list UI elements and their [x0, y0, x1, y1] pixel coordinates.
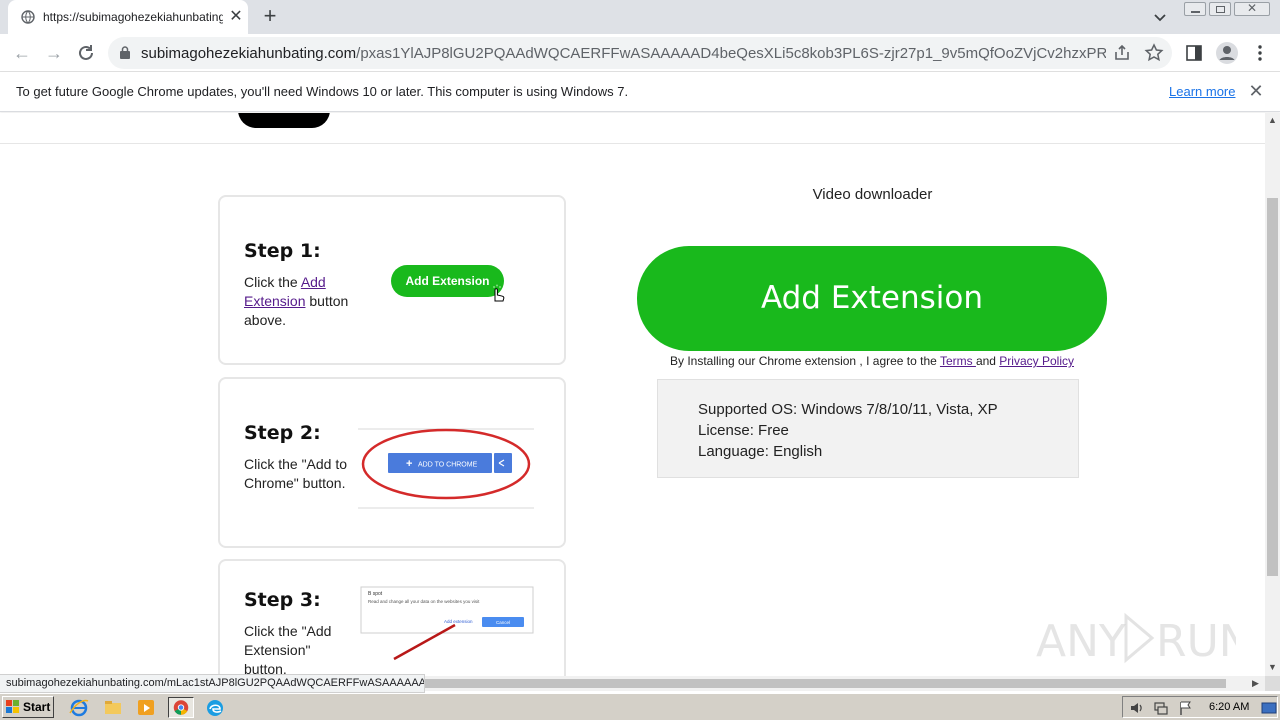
- lock-icon[interactable]: [120, 46, 130, 59]
- add-extension-button[interactable]: Add Extension: [637, 246, 1107, 351]
- step-1-text: Click the Add Extension button above.: [244, 274, 349, 328]
- dialog-title: B spot: [368, 591, 383, 597]
- windows-taskbar: Start 6:20 AM: [0, 693, 1280, 720]
- start-button[interactable]: Start: [2, 696, 54, 718]
- forward-arrow-icon[interactable]: →: [42, 41, 66, 65]
- step-2-card: Step 2: Click the "Add to Chrome" button…: [218, 377, 566, 548]
- minimize-window-icon[interactable]: [1184, 2, 1206, 16]
- action-center-flag-icon[interactable]: [1178, 700, 1194, 716]
- svg-text:+: +: [406, 458, 412, 470]
- url-text[interactable]: subimagohezekiahunbating.com/pxas1YlAJP8…: [141, 45, 1106, 62]
- share-icon[interactable]: [1112, 43, 1132, 63]
- site-logo[interactable]: [238, 113, 330, 128]
- bookmark-star-icon[interactable]: [1144, 43, 1164, 63]
- show-desktop-icon[interactable]: [1261, 700, 1277, 716]
- tab-strip: https://subimagohezekiahunbating.c ✕ + ✕: [0, 0, 1280, 34]
- learn-more-link[interactable]: Learn more: [1169, 84, 1235, 99]
- step-3-card: Step 3: Click the "Add Extension" button…: [218, 559, 566, 676]
- anyrun-watermark: ANY RUN: [1036, 612, 1236, 667]
- infobar-close-icon[interactable]: ✕: [1246, 81, 1266, 101]
- scroll-corner: [1265, 676, 1280, 691]
- chrome-taskbar-icon[interactable]: [168, 697, 194, 718]
- volume-icon[interactable]: [1129, 700, 1145, 716]
- restore-window-icon[interactable]: [1209, 2, 1231, 16]
- page-content: Step 1: Click the Add Extension button a…: [0, 113, 1265, 676]
- terms-link[interactable]: Terms: [940, 354, 976, 368]
- privacy-policy-link[interactable]: Privacy Policy: [999, 354, 1074, 368]
- step-2-title: Step 2:: [244, 422, 321, 444]
- step-1-card: Step 1: Click the Add Extension button a…: [218, 195, 566, 365]
- svg-text:ANY: ANY: [1036, 616, 1126, 667]
- reload-icon[interactable]: [74, 41, 98, 65]
- windows-logo-icon: [6, 700, 19, 713]
- svg-text:RUN: RUN: [1156, 616, 1236, 667]
- scroll-right-arrow-icon[interactable]: ▶: [1252, 678, 1259, 689]
- tab-search-chevron-icon[interactable]: [1150, 8, 1170, 28]
- supported-os: Supported OS: Windows 7/8/10/11, Vista, …: [698, 401, 998, 418]
- step-3-screenshot: B spot Read and change all your data on …: [360, 586, 534, 661]
- vertical-scroll-thumb[interactable]: [1267, 198, 1278, 576]
- link-status-bubble: subimagohezekiahunbating.com/mLac1stAJP8…: [0, 674, 425, 693]
- scroll-up-arrow-icon[interactable]: ▲: [1268, 115, 1277, 125]
- hand-cursor-icon: [493, 284, 505, 302]
- new-tab-icon[interactable]: +: [258, 5, 282, 29]
- license: License: Free: [698, 422, 789, 439]
- dialog-cancel-label: Cancel: [496, 620, 510, 625]
- system-tray: 6:20 AM: [1122, 696, 1278, 718]
- step-3-title: Step 3:: [244, 589, 321, 611]
- taskbar-clock[interactable]: 6:20 AM: [1209, 701, 1249, 713]
- media-player-icon[interactable]: [135, 697, 157, 718]
- update-infobar: To get future Google Chrome updates, you…: [0, 72, 1280, 112]
- browser-tab[interactable]: https://subimagohezekiahunbating.c ✕: [8, 0, 248, 34]
- dialog-body: Read and change all your data on the web…: [368, 599, 480, 604]
- browser-toolbar: ← → subimagohezekiahunbating.com/pxas1Yl…: [0, 34, 1280, 72]
- start-label: Start: [23, 700, 51, 714]
- tab-title: https://subimagohezekiahunbating.c: [43, 10, 223, 24]
- internet-explorer-icon[interactable]: [68, 697, 90, 718]
- infobar-message: To get future Google Chrome updates, you…: [16, 84, 629, 99]
- back-arrow-icon[interactable]: ←: [10, 41, 34, 65]
- product-info-box: Supported OS: Windows 7/8/10/11, Vista, …: [657, 379, 1079, 478]
- step-2-text: Click the "Add to Chrome" button.: [244, 456, 348, 491]
- close-window-icon[interactable]: ✕: [1234, 1, 1270, 16]
- language: Language: English: [698, 443, 823, 460]
- step-2-screenshot: + ADD TO CHROME: [358, 428, 534, 509]
- product-label: Video downloader: [812, 186, 933, 203]
- add-to-chrome-label: ADD TO CHROME: [418, 462, 478, 469]
- edge-icon[interactable]: [204, 697, 226, 718]
- network-icon[interactable]: [1153, 700, 1169, 716]
- file-explorer-icon[interactable]: [102, 697, 124, 718]
- menu-kebab-icon[interactable]: [1250, 43, 1270, 63]
- address-bar[interactable]: subimagohezekiahunbating.com/pxas1YlAJP8…: [108, 37, 1172, 69]
- scroll-down-arrow-icon[interactable]: ▼: [1268, 662, 1277, 672]
- header-divider: [0, 143, 1265, 144]
- dialog-add-extension-label: Add extension: [444, 619, 473, 624]
- tab-close-icon[interactable]: ✕: [226, 7, 246, 27]
- vertical-scrollbar[interactable]: ▲ ▼: [1265, 113, 1280, 676]
- agreement-text: By Installing our Chrome extension , I a…: [670, 354, 1074, 368]
- page-favicon-icon: [21, 10, 35, 24]
- side-panel-icon[interactable]: [1184, 43, 1204, 63]
- step-1-add-extension-button[interactable]: Add Extension: [391, 265, 504, 297]
- step-1-title: Step 1:: [244, 240, 321, 262]
- profile-avatar-icon[interactable]: [1215, 41, 1239, 65]
- step-3-text: Click the "Add Extension" button.: [244, 623, 332, 676]
